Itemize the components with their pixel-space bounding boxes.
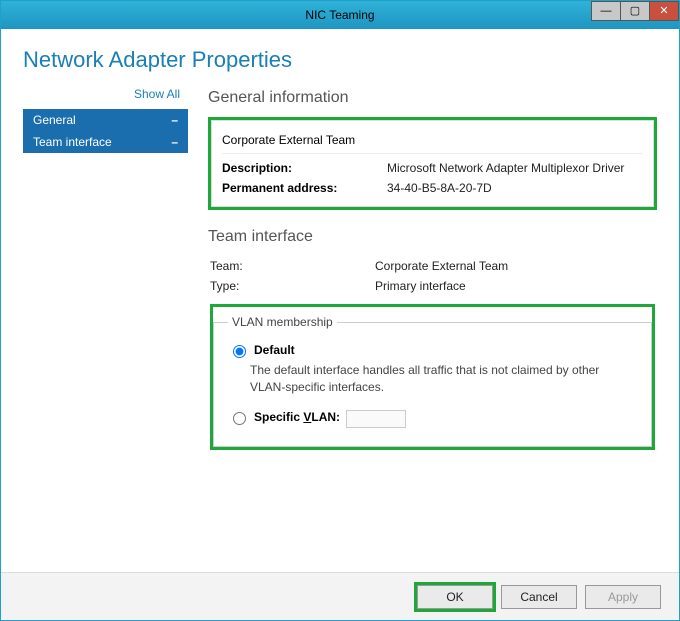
team-interface-block: Team: Corporate External Team Type: Prim… [208,256,657,450]
sidebar: Show All General – Team interface – [23,87,198,564]
apply-button[interactable]: Apply [585,585,661,609]
sidebar-item-label: Team interface [33,135,112,149]
show-all-link[interactable]: Show All [23,87,188,109]
titlebar[interactable]: NIC Teaming — ▢ ✕ [1,1,679,29]
close-button[interactable]: ✕ [649,1,679,21]
vlan-specific-row[interactable]: Specific VLAN: [228,406,637,432]
adapter-name: Corporate External Team [222,133,355,147]
description-label: Description: [222,161,387,175]
sidebar-item-team-interface[interactable]: Team interface – [23,131,188,153]
ok-button[interactable]: OK [417,585,493,609]
vlan-default-row[interactable]: Default [228,339,637,362]
vlan-id-input[interactable] [346,410,406,428]
perm-address-row: Permanent address: 34-40-B5-8A-20-7D [222,178,643,198]
sidebar-item-label: General [33,113,76,127]
window-title: NIC Teaming [305,8,374,22]
cancel-button[interactable]: Cancel [501,585,577,609]
section-heading-team-interface: Team interface [208,228,657,246]
team-row: Team: Corporate External Team [210,256,655,276]
type-label: Type: [210,279,375,293]
description-value: Microsoft Network Adapter Multiplexor Dr… [387,161,643,175]
vlan-default-label: Default [254,343,295,357]
vlan-default-description: The default interface handles all traffi… [250,362,637,396]
vlan-specific-label: Specific VLAN: [254,410,340,424]
team-label: Team: [210,259,375,273]
sidebar-item-badge: – [171,135,178,149]
maximize-button[interactable]: ▢ [620,1,650,21]
window-frame: NIC Teaming — ▢ ✕ Network Adapter Proper… [0,0,680,621]
vlan-fieldset: VLAN membership Default The default inte… [213,315,652,447]
type-row: Type: Primary interface [210,276,655,296]
highlight-vlan: VLAN membership Default The default inte… [210,304,655,450]
content-area: Network Adapter Properties Show All Gene… [1,29,679,572]
page-title: Network Adapter Properties [23,47,657,73]
description-row: Description: Microsoft Network Adapter M… [222,158,643,178]
window-controls: — ▢ ✕ [592,1,679,21]
adapter-name-row: Corporate External Team [222,129,643,154]
minimize-button[interactable]: — [591,1,621,21]
perm-address-label: Permanent address: [222,181,387,195]
sidebar-item-general[interactable]: General – [23,109,188,131]
perm-address-value: 34-40-B5-8A-20-7D [387,181,643,195]
main-row: Show All General – Team interface – Gene… [23,87,657,564]
team-value: Corporate External Team [375,259,655,273]
vlan-default-radio[interactable] [233,345,246,358]
vlan-specific-radio[interactable] [233,412,246,425]
detail-panel: General information Corporate External T… [198,87,657,564]
section-heading-general: General information [208,89,657,107]
vlan-legend: VLAN membership [228,315,337,329]
highlight-general: Corporate External Team Description: Mic… [208,117,657,210]
general-info-box: Corporate External Team Description: Mic… [211,120,654,207]
type-value: Primary interface [375,279,655,293]
sidebar-item-badge: – [171,113,178,127]
button-bar: OK Cancel Apply [1,572,679,620]
